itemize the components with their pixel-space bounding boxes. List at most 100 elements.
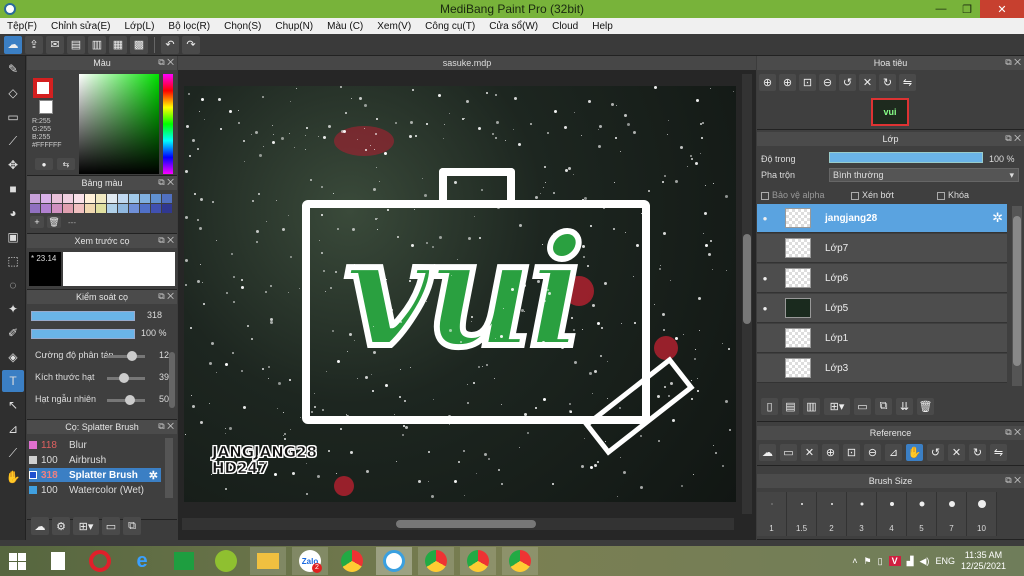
brush-size-preset[interactable]: 2 xyxy=(817,492,847,536)
flag-icon[interactable]: ⚑ xyxy=(864,556,872,567)
palette-swatches[interactable] xyxy=(30,194,172,213)
new-halftone-layer-icon[interactable]: ▤ xyxy=(782,398,799,415)
brush-size-preset[interactable]: 4 xyxy=(877,492,907,536)
layer-opacity-slider[interactable] xyxy=(829,152,983,163)
visibility-icon[interactable]: ● xyxy=(757,304,773,313)
language-indicator[interactable]: ENG xyxy=(935,556,955,566)
cloud-brush-icon[interactable]: ☁ xyxy=(31,517,49,535)
file-icon[interactable] xyxy=(40,547,76,575)
add-brush-icon[interactable]: ⊞▾ xyxy=(73,517,99,535)
menu-file[interactable]: Tệp(F) xyxy=(0,21,44,32)
brush-control-scrollbar[interactable] xyxy=(169,352,175,408)
close-icon[interactable]: ✕ xyxy=(801,444,818,461)
chrome-icon[interactable] xyxy=(334,547,370,575)
add-layer-menu-icon[interactable]: ⊞▾ xyxy=(824,398,850,415)
network-icon[interactable]: ▟ xyxy=(907,556,914,567)
gradient-tool-icon[interactable]: ▣ xyxy=(2,226,24,248)
merge-down-icon[interactable]: ⇊ xyxy=(896,398,913,415)
move-tool-icon[interactable]: ✥ xyxy=(2,154,24,176)
comment-icon[interactable]: ✉ xyxy=(46,35,64,54)
vertical-scroll-thumb[interactable] xyxy=(743,234,751,324)
scatter-knob[interactable] xyxy=(127,351,137,361)
menu-color[interactable]: Màu (C) xyxy=(320,21,370,32)
layer-row[interactable]: Lớp7 xyxy=(757,234,1007,263)
cloud-icon[interactable]: ☁ xyxy=(759,444,776,461)
brush-size-preset[interactable]: 5 xyxy=(907,492,937,536)
folder-icon[interactable]: ▭ xyxy=(102,517,120,535)
panel-buttons[interactable]: ⧉ ✕ xyxy=(1005,427,1021,438)
line-tool-icon[interactable]: ⟋ xyxy=(2,130,24,152)
layer-row[interactable]: ● jangjang28 ✲ xyxy=(757,204,1007,233)
clock[interactable]: 11:35 AM 12/25/2021 xyxy=(961,550,1006,572)
chevron-up-icon[interactable]: ˄ xyxy=(852,556,857,566)
zoom-in-icon[interactable]: ⊕ xyxy=(779,74,796,91)
select-pen-tool-icon[interactable]: ✐ xyxy=(2,322,24,344)
brush-size-preset[interactable]: 1.5 xyxy=(787,492,817,536)
layer-list-scrollbar[interactable] xyxy=(1012,206,1022,386)
menu-cloud[interactable]: Cloud xyxy=(545,21,585,32)
menu-capture[interactable]: Chụp(N) xyxy=(268,21,320,32)
delete-layer-icon[interactable]: 🗑 xyxy=(917,398,934,415)
color-swap-icon[interactable]: ⇆ xyxy=(57,158,75,170)
zoom-in-icon[interactable]: ⊕ xyxy=(759,74,776,91)
hand-tool-icon[interactable]: ✋ xyxy=(2,466,24,488)
menu-layer[interactable]: Lớp(L) xyxy=(118,21,162,32)
layer-row[interactable]: ● Lớp6 xyxy=(757,264,1007,293)
visibility-icon[interactable]: ● xyxy=(757,214,773,223)
random-particle-knob[interactable] xyxy=(125,395,135,405)
hand-icon[interactable]: ✋ xyxy=(906,444,923,461)
menu-help[interactable]: Help xyxy=(585,21,620,32)
undo-icon[interactable]: ↶ xyxy=(161,35,179,54)
brush-item-watercolor[interactable]: 100 Watercolor (Wet) xyxy=(29,483,161,497)
layer-scroll-thumb[interactable] xyxy=(1013,216,1021,366)
eyedropper-tool-icon[interactable]: ⊿ xyxy=(2,418,24,440)
lock-checkbox[interactable]: Khóa xyxy=(937,190,969,200)
brush-size-preset[interactable]: 3 xyxy=(847,492,877,536)
volume-icon[interactable]: ◀) xyxy=(920,556,930,567)
select-tool-icon[interactable]: ⬚ xyxy=(2,250,24,272)
maximize-button[interactable]: ❐ xyxy=(954,0,980,18)
magic-wand-tool-icon[interactable]: ✦ xyxy=(2,298,24,320)
panel-buttons[interactable]: ⧉ ✕ xyxy=(158,291,174,302)
canvas-horizontal-scrollbar[interactable] xyxy=(182,518,734,530)
panel-buttons[interactable]: ⧉ ✕ xyxy=(1005,475,1021,486)
brush-list-scrollbar[interactable] xyxy=(165,438,173,498)
brush-opacity-slider[interactable] xyxy=(31,329,135,339)
start-button[interactable] xyxy=(0,547,34,575)
rectangle-tool-icon[interactable]: ▭ xyxy=(2,106,24,128)
flip-icon[interactable]: ⇋ xyxy=(899,74,916,91)
layer-row[interactable]: Lớp3 xyxy=(757,354,1007,383)
menu-window[interactable]: Cửa sổ(W) xyxy=(482,21,545,32)
rotate-left-icon[interactable]: ↺ xyxy=(927,444,944,461)
layer-row[interactable]: Lớp1 xyxy=(757,324,1007,353)
medibang-icon[interactable] xyxy=(376,547,412,575)
brush-item-splatter[interactable]: 318 Splatter Brush ✲ xyxy=(29,468,161,482)
panel-buttons[interactable]: ⧉ ✕ xyxy=(158,235,174,246)
grid-icon[interactable]: ▩ xyxy=(130,35,148,54)
menu-select[interactable]: Chọn(S) xyxy=(217,21,268,32)
panel-buttons[interactable]: ⧉ ✕ xyxy=(158,421,174,432)
panels-icon[interactable]: ▦ xyxy=(109,35,127,54)
brush-tool-icon[interactable]: ✎ xyxy=(2,58,24,80)
duplicate-icon[interactable]: ⧉ xyxy=(123,517,141,535)
brush-item-airbrush[interactable]: 100 Airbrush xyxy=(29,453,161,467)
panel-buttons[interactable]: ⧉ ✕ xyxy=(158,177,174,188)
gear-icon[interactable]: ✲ xyxy=(149,469,158,482)
opera-icon[interactable] xyxy=(82,547,118,575)
menu-tools[interactable]: Công cụ(T) xyxy=(418,21,482,32)
bucket-tool-icon[interactable]: ◕ xyxy=(2,202,24,224)
reset-view-icon[interactable]: ✕ xyxy=(859,74,876,91)
internet-explorer-icon[interactable]: e xyxy=(124,547,160,575)
open-folder-icon[interactable]: ▭ xyxy=(780,444,797,461)
layer-row[interactable]: ● Lớp5 xyxy=(757,294,1007,323)
eyedropper-icon[interactable]: ⊿ xyxy=(885,444,902,461)
zoom-in-icon[interactable]: ⊕ xyxy=(822,444,839,461)
protect-alpha-checkbox[interactable]: Bảo vệ alpha xyxy=(761,190,825,200)
brush-size-preset[interactable]: 10 xyxy=(967,492,997,536)
select-eraser-tool-icon[interactable]: ◈ xyxy=(2,346,24,368)
saturation-value-picker[interactable] xyxy=(79,74,159,174)
divide-tool-icon[interactable]: ⟋ xyxy=(2,442,24,464)
eraser-tool-icon[interactable]: ◇ xyxy=(2,82,24,104)
menu-filter[interactable]: Bộ lọc(R) xyxy=(161,21,217,32)
canvas-vertical-scrollbar[interactable] xyxy=(742,74,752,514)
